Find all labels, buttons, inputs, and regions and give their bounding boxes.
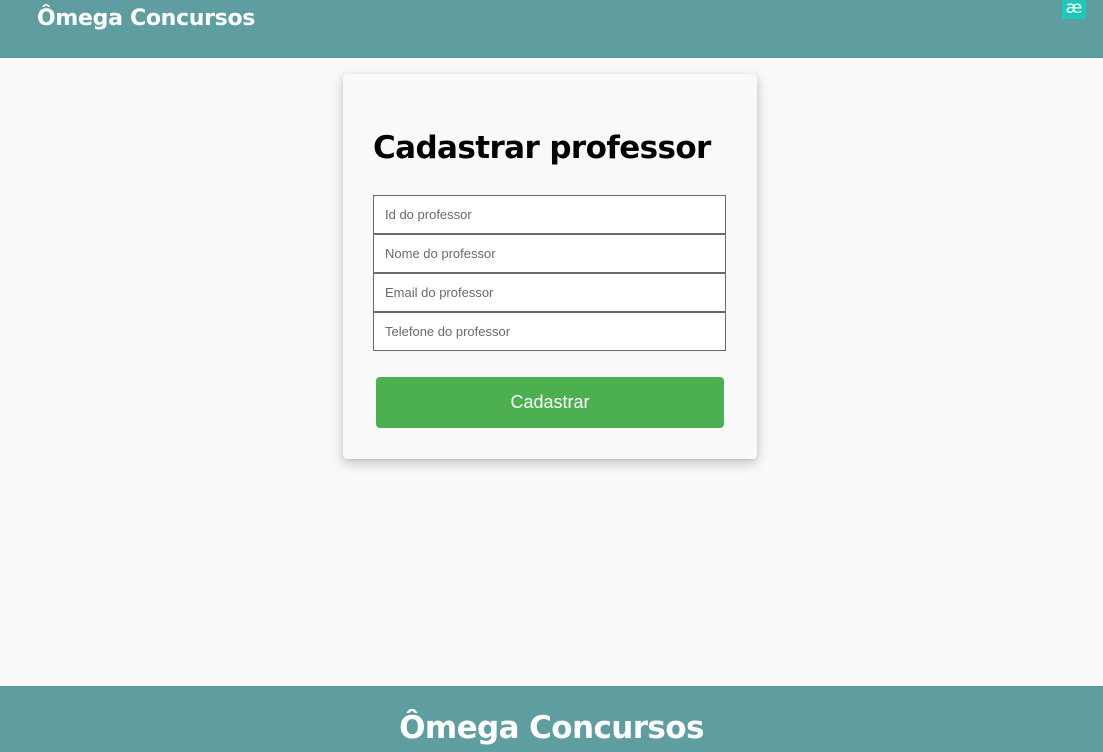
brand-title[interactable]: Ômega Concursos: [37, 4, 255, 34]
form-title: Cadastrar professor: [373, 130, 711, 166]
register-teacher-card: Cadastrar professor Cadastrar: [343, 74, 757, 459]
teacher-email-input[interactable]: [373, 273, 726, 312]
top-navbar: Ômega Concursos æ: [0, 0, 1103, 58]
teacher-phone-input[interactable]: [373, 312, 726, 351]
teacher-name-input[interactable]: [373, 234, 726, 273]
footer-brand-title: Ômega Concursos: [399, 710, 704, 746]
ae-extension-icon[interactable]: æ: [1062, 0, 1086, 19]
page-footer: Ômega Concursos: [0, 686, 1103, 752]
teacher-id-input[interactable]: [373, 195, 726, 234]
register-button[interactable]: Cadastrar: [376, 377, 724, 428]
